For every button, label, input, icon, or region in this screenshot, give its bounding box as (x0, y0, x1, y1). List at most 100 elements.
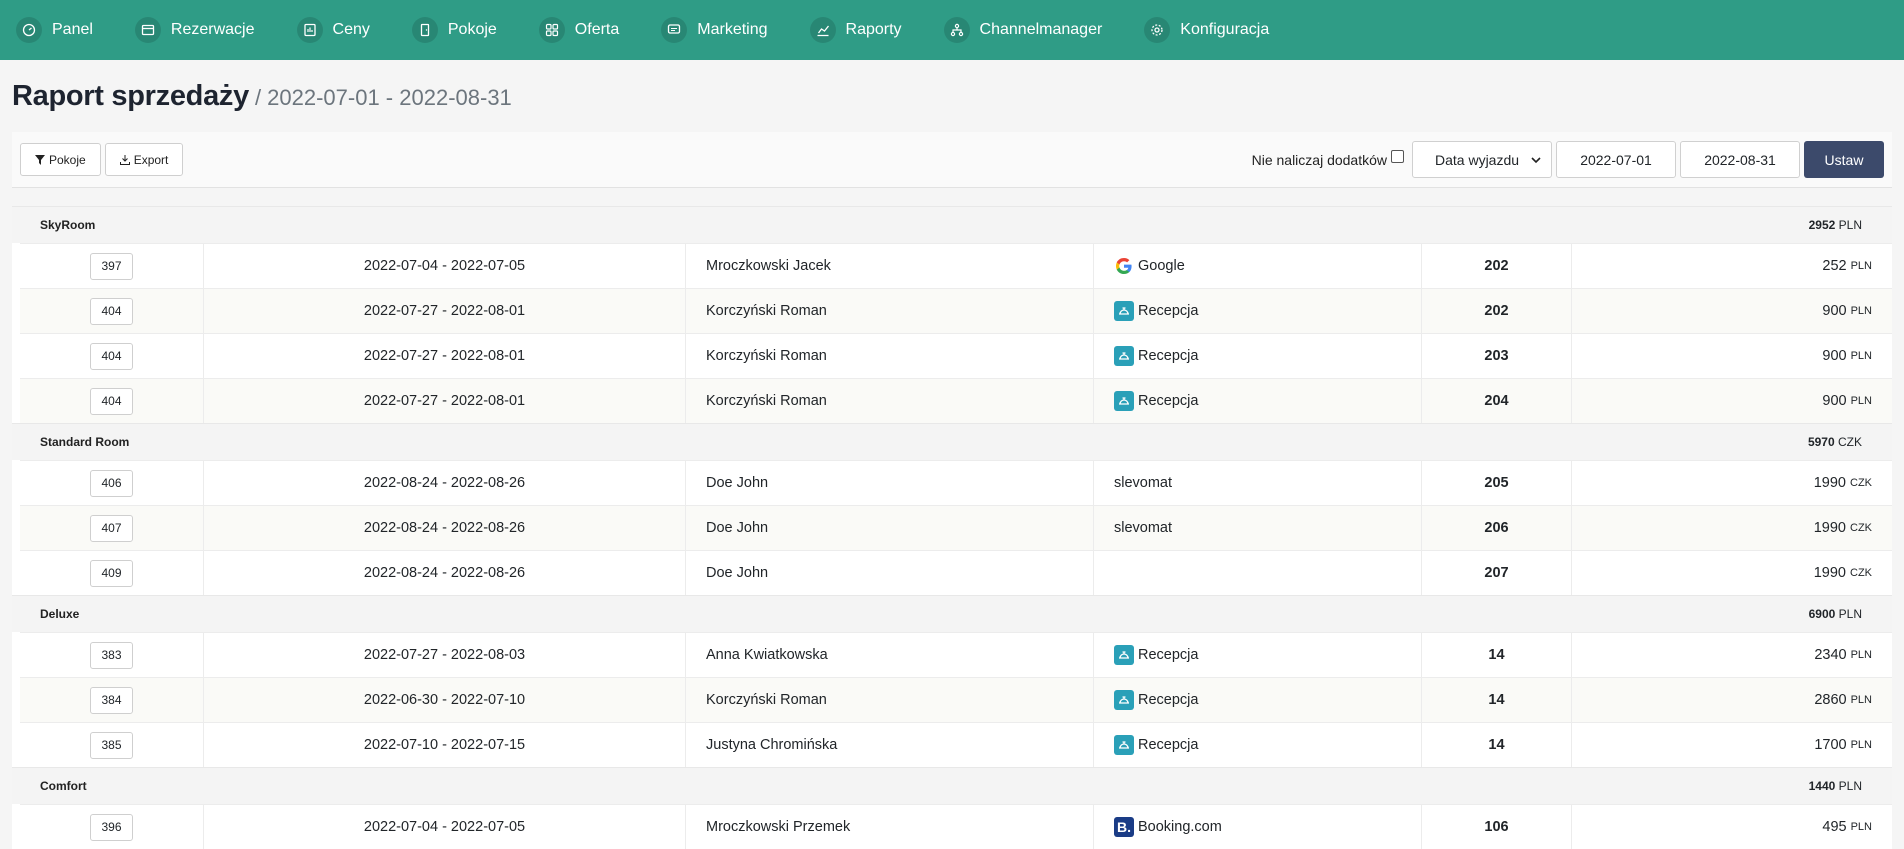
table-row[interactable]: 404 2022-07-27 - 2022-08-01 Korczyński Rom… (20, 378, 1892, 423)
nav-item-rezerwacje[interactable]: Rezerwacje (134, 17, 255, 43)
table-row[interactable]: 404 2022-07-27 - 2022-08-01 Korczyński Rom… (20, 333, 1892, 378)
reservation-id-button[interactable]: 404 (90, 387, 133, 415)
amount: 900 PLN (1572, 334, 1892, 378)
room-number: 203 (1422, 334, 1572, 378)
booking-source-label: Booking.com (1138, 819, 1222, 835)
grid-icon (538, 17, 565, 43)
amount-currency: PLN (1850, 649, 1872, 661)
table-row[interactable]: 407 2022-08-24 - 2022-08-26 Doe John slevom… (20, 505, 1892, 550)
amount-currency: CZK (1850, 522, 1872, 534)
network-icon (943, 17, 970, 43)
reservation-id-button[interactable]: 407 (90, 514, 133, 542)
table-row[interactable]: 409 2022-08-24 - 2022-08-26 Doe John 207 199… (20, 550, 1892, 595)
nav-item-channelmanager[interactable]: Channelmanager (943, 17, 1102, 43)
reservation-id-button[interactable]: 383 (90, 641, 133, 669)
guest-name: Korczyński Roman (686, 289, 1094, 333)
stay-dates: 2022-07-04 - 2022-07-05 (204, 805, 686, 849)
nav-item-ceny[interactable]: Ceny (296, 17, 370, 43)
stay-dates: 2022-07-10 - 2022-07-15 (204, 723, 686, 767)
reservation-id-button[interactable]: 396 (90, 813, 133, 841)
reservation-id-button[interactable]: 404 (90, 342, 133, 370)
room-group-total: 6900 PLN (1808, 607, 1862, 621)
booking-source-label: Recepcja (1138, 393, 1199, 409)
guest-name: Mroczkowski Przemek (686, 805, 1094, 849)
booking-source: Recepcja (1094, 289, 1422, 333)
table-row[interactable]: 385 2022-07-10 - 2022-07-15 Justyna Chromi… (20, 722, 1892, 767)
table-row[interactable]: 383 2022-07-27 - 2022-08-03 Anna Kwiatkows… (20, 632, 1892, 677)
nav-item-marketing[interactable]: Marketing (661, 17, 768, 43)
room-group-name: SkyRoom (40, 218, 96, 232)
reservation-id-button[interactable]: 406 (90, 469, 133, 497)
reservation-id-button[interactable]: 384 (90, 686, 133, 714)
nav-item-raporty[interactable]: Raporty (809, 17, 902, 43)
date-to-input[interactable]: 2022-08-31 (1680, 141, 1800, 178)
table-row[interactable]: 404 2022-07-27 - 2022-08-01 Korczyński Rom… (20, 288, 1892, 333)
nav-item-label: Panel (52, 21, 93, 38)
table-row[interactable]: 396 2022-07-04 - 2022-07-05 Mroczkowski Pr… (20, 804, 1892, 849)
page-title: Raport sprzedaży (12, 80, 249, 112)
reservation-id-button[interactable]: 404 (90, 297, 133, 325)
stay-dates: 2022-07-27 - 2022-08-03 (204, 633, 686, 677)
nav-item-label: Pokoje (447, 21, 497, 38)
reservation-id-button[interactable]: 385 (90, 731, 133, 759)
table-row[interactable]: 384 2022-06-30 - 2022-07-10 Korczyński Rom… (20, 677, 1892, 722)
room-group-header: Standard Room 5970 CZK (12, 423, 1892, 460)
nav-item-pokoje[interactable]: Pokoje (411, 17, 497, 43)
table-row[interactable]: 397 2022-07-04 - 2022-07-05 Mroczkowski Ja… (20, 243, 1892, 288)
stay-dates: 2022-07-27 - 2022-08-01 (204, 334, 686, 378)
booking-source-label: Recepcja (1138, 737, 1199, 753)
guest-name: Doe John (686, 551, 1094, 595)
room-number: 106 (1422, 805, 1572, 849)
booking-source: Recepcja (1094, 633, 1422, 677)
set-button[interactable]: Ustaw (1804, 141, 1884, 178)
room-number: 207 (1422, 551, 1572, 595)
amount-currency: PLN (1850, 739, 1872, 751)
export-button[interactable]: Export (104, 143, 184, 176)
rooms-filter-label: Pokoje (49, 152, 86, 167)
no-extras-label: Nie naliczaj dodatków (1251, 151, 1387, 168)
nav-item-label: Ceny (332, 21, 370, 38)
room-group-total: 2952 PLN (1808, 218, 1862, 232)
amount-value: 252 (1822, 258, 1847, 274)
amount-currency: PLN (1850, 305, 1872, 317)
amount: 495 PLN (1572, 805, 1892, 849)
amount-value: 900 (1822, 348, 1847, 364)
booking-source: Google (1094, 244, 1422, 288)
stay-dates: 2022-08-24 - 2022-08-26 (204, 461, 686, 505)
amount-currency: CZK (1850, 567, 1872, 579)
reception-bell-icon (1114, 735, 1134, 755)
amount: 1700 PLN (1572, 723, 1892, 767)
room-number: 205 (1422, 461, 1572, 505)
reservation-id-button[interactable]: 409 (90, 559, 133, 587)
nav-item-panel[interactable]: Panel (16, 17, 93, 43)
booking-source-label: Google (1138, 258, 1185, 274)
guest-name: Justyna Chromińska (686, 723, 1094, 767)
date-type-select[interactable]: Data wyjazdu (1412, 141, 1552, 178)
amount-value: 495 (1822, 819, 1847, 835)
booking-source: slevomat (1094, 461, 1422, 505)
booking-source-label: slevomat (1114, 520, 1173, 536)
date-type-value: Data wyjazdu (1435, 151, 1520, 168)
reservation-id-button[interactable]: 397 (90, 252, 133, 280)
amount: 1990 CZK (1572, 551, 1892, 595)
price-icon (296, 17, 323, 43)
table-row[interactable]: 406 2022-08-24 - 2022-08-26 Doe John slevom… (20, 460, 1892, 505)
nav-item-label: Raporty (845, 21, 902, 38)
nav-item-label: Oferta (574, 21, 620, 38)
amount-currency: PLN (1850, 694, 1872, 706)
rooms-filter-button[interactable]: Pokoje (20, 143, 101, 176)
room-group-header: Comfort 1440 PLN (12, 767, 1892, 804)
stay-dates: 2022-08-24 - 2022-08-26 (204, 506, 686, 550)
date-from-input[interactable]: 2022-07-01 (1556, 141, 1676, 178)
amount: 252 PLN (1572, 244, 1892, 288)
room-number: 14 (1422, 678, 1572, 722)
booking-source: B. Booking.com (1094, 805, 1422, 849)
booking-source-label: Recepcja (1138, 647, 1199, 663)
nav-item-oferta[interactable]: Oferta (538, 17, 620, 43)
nav-item-konfiguracja[interactable]: Konfiguracja (1144, 17, 1269, 43)
room-group-name: Deluxe (40, 607, 80, 621)
room-number: 14 (1422, 633, 1572, 677)
no-extras-checkbox[interactable] (1391, 150, 1404, 163)
export-label: Export (133, 152, 169, 167)
amount: 2340 PLN (1572, 633, 1892, 677)
